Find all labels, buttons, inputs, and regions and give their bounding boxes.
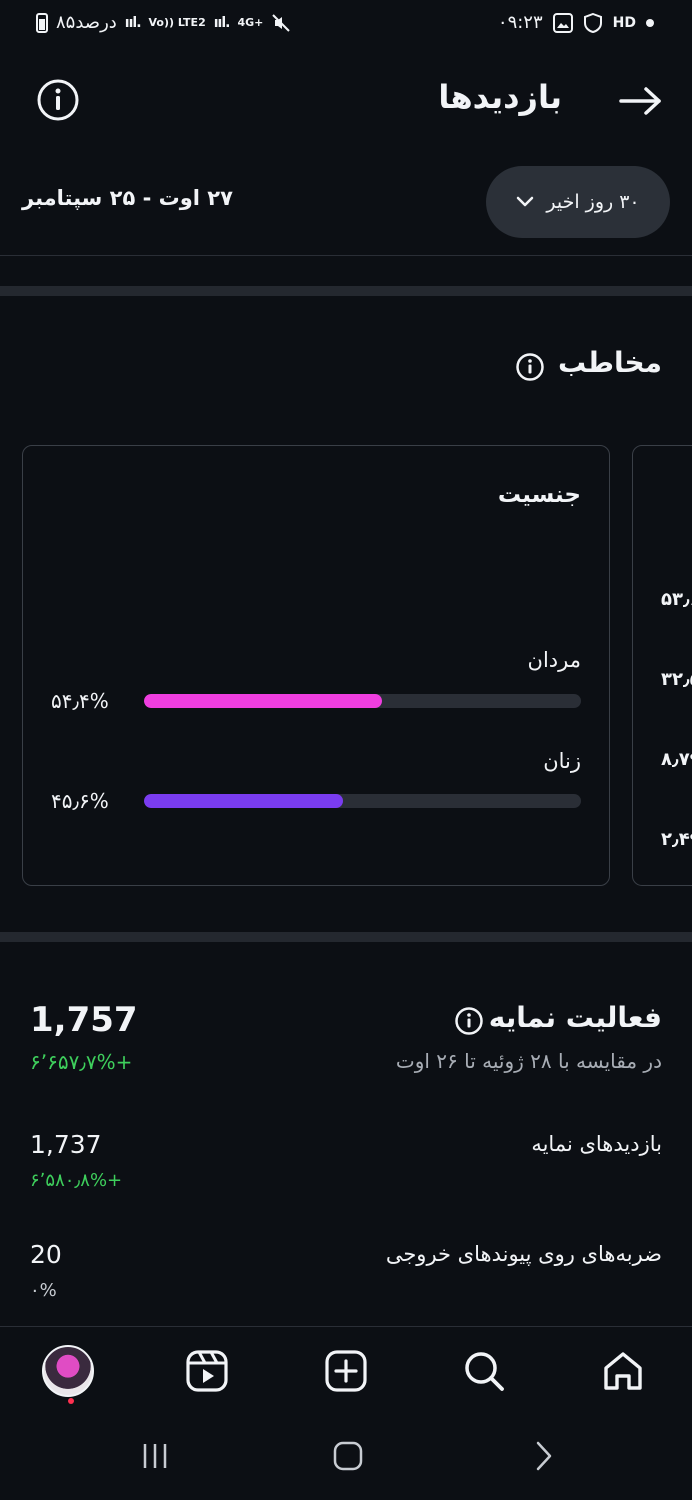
nav-profile[interactable] [40,1343,96,1404]
next-card-value: ۲٫۴۹ [661,829,692,850]
search-icon [465,1352,504,1391]
hd-label: HD [612,14,636,31]
info-icon[interactable] [454,1006,484,1036]
next-card-value: ۸٫۷۹ [661,749,692,770]
profile-visits-delta: ۶٬۵۸۰٫۸%+ [30,1170,123,1191]
image-icon [552,12,573,33]
link-taps-delta: ۰% [30,1280,57,1301]
profile-visits-label: بازدیدهای نمایه [531,1132,662,1156]
battery-text: ۸۵درصد [56,12,117,33]
audience-title: مخاطب [557,346,662,379]
nav-home[interactable] [595,1343,651,1399]
signal-icon-2: ııl. [213,14,231,31]
plus-square-icon [325,1350,367,1392]
shield-icon [583,12,602,33]
back-button[interactable] [618,78,664,124]
chevron-down-icon [517,196,534,207]
date-range-dropdown[interactable]: ۳۰ روز اخیر [486,166,670,238]
avatar [42,1345,94,1404]
battery-icon [36,12,48,33]
gender-card-title: جنسیت [497,482,581,508]
nav-reels[interactable] [179,1343,235,1399]
info-button[interactable] [36,78,80,122]
status-left: ۸۵درصد ııl. Vo)) LTE2 ııl. 4G+ [36,12,291,33]
gender-bar-women [144,794,581,808]
home-icon [604,1352,642,1390]
profile-visits-value: 1,737 [30,1130,102,1159]
gender-pct-women: ۴۵٫۶% [51,789,109,813]
mute-icon [272,13,291,32]
info-icon [37,79,79,121]
notification-dot [646,18,654,27]
divider [0,255,692,256]
gender-label-men: مردان [527,648,581,672]
profile-activity-delta: ۶٬۶۵۷٫۷%+ [30,1050,133,1074]
nav-create[interactable] [318,1343,374,1399]
bottom-nav [0,1326,692,1416]
gender-label-women: زنان [543,749,581,773]
comparison-text: در مقایسه با ۲۸ ژوئیه تا ۲۶ اوت [395,1049,662,1073]
nav-search[interactable] [456,1343,512,1399]
recent-apps-icon[interactable] [140,1440,172,1472]
profile-activity-title: فعالیت نمایه [488,1001,662,1034]
gender-pct-men: ۵۴٫۴% [51,689,109,713]
section-divider [0,932,692,942]
gender-card: جنسیت مردان ۵۴٫۴% زنان ۴۵٫۶% [22,445,610,886]
gender-bar-women-fill [144,794,344,808]
signal-icon: ııl. [124,14,142,31]
status-bar: ۸۵درصد ııl. Vo)) LTE2 ııl. 4G+ ۰۹:۲۳ HD [0,0,692,52]
page-title: بازدیدها [438,78,562,116]
date-range-dropdown-label: ۳۰ روز اخیر [546,191,640,213]
reels-icon [186,1350,228,1392]
gender-bar-men [144,694,581,708]
link-taps-value: 20 [30,1240,62,1269]
status-right: ۰۹:۲۳ HD [498,12,654,33]
next-audience-card[interactable]: ۵۳٫۶ ۳۲٫۵ ۸٫۷۹ ۲٫۴۹ [632,445,692,886]
link-taps-label: ضربه‌های روی پیوندهای خروجی [385,1242,662,1266]
next-card-value: ۳۲٫۵ [661,669,692,690]
notification-dot [68,1398,74,1404]
header: بازدیدها [0,62,692,138]
home-system-icon[interactable] [332,1440,364,1472]
section-divider [0,286,692,296]
date-range-label: ۲۷ اوت - ۲۵ سپتامبر [22,186,233,210]
gender-bar-men-fill [144,694,382,708]
profile-activity-total: 1,757 [30,1000,138,1040]
info-icon[interactable] [515,352,545,382]
system-nav-bar [0,1416,692,1500]
network-label-1: Vo)) LTE2 [148,15,206,29]
back-system-icon[interactable] [528,1440,560,1472]
status-time: ۰۹:۲۳ [497,12,543,33]
network-label-2: 4G+ [237,15,264,29]
next-card-value: ۵۳٫۶ [661,589,692,610]
arrow-right-icon [619,87,661,115]
